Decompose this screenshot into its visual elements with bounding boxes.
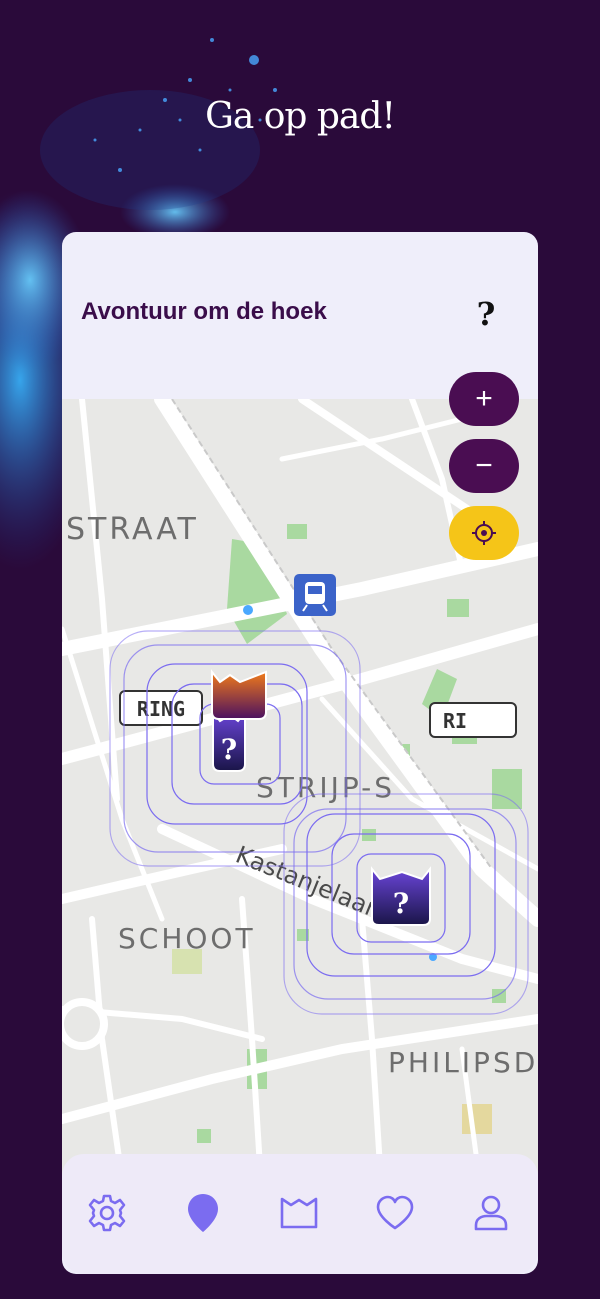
heart-icon <box>376 1195 414 1230</box>
map-pin-icon <box>188 1194 218 1232</box>
card-title: Avontuur om de hoek <box>81 298 327 325</box>
nav-profile[interactable] <box>468 1190 514 1236</box>
train-station-icon <box>294 574 336 616</box>
map-label-straat: STRAAT <box>66 512 199 547</box>
map-label-philips: PHILIPSD <box>388 1046 538 1079</box>
park-area-yellow <box>462 1104 492 1134</box>
route-badge-left: RING <box>119 690 203 726</box>
help-button[interactable]: ? <box>466 294 506 334</box>
water-dot <box>243 605 253 615</box>
roundabout <box>62 998 108 1050</box>
book-icon <box>280 1197 318 1229</box>
bottom-nav <box>62 1154 538 1274</box>
route-label-left: RING <box>137 697 185 721</box>
nav-collection[interactable] <box>276 1190 322 1236</box>
map-label-schoot: SCHOOT <box>118 922 256 955</box>
route-label-right: RI <box>443 709 467 733</box>
user-icon <box>474 1195 508 1231</box>
unknown-location-marker[interactable]: ? <box>212 709 246 772</box>
zoom-in-button[interactable]: + <box>449 372 519 426</box>
zoom-in-label: + <box>475 382 493 415</box>
zoom-out-button[interactable]: − <box>449 439 519 493</box>
marker-glyph: ? <box>393 887 409 920</box>
map-label-strijp: STRIJP-S <box>256 771 395 804</box>
zoom-out-label: − <box>475 449 493 482</box>
crosshair-icon <box>472 521 496 545</box>
nav-settings[interactable] <box>84 1190 130 1236</box>
nav-map[interactable] <box>180 1190 226 1236</box>
route-badge-right: RI <box>429 702 517 738</box>
locate-me-button[interactable] <box>449 506 519 560</box>
marker-glyph: ? <box>221 733 237 766</box>
gear-icon <box>88 1194 126 1232</box>
page-headline: Ga op pad! <box>205 96 396 137</box>
nav-favorites[interactable] <box>372 1190 418 1236</box>
